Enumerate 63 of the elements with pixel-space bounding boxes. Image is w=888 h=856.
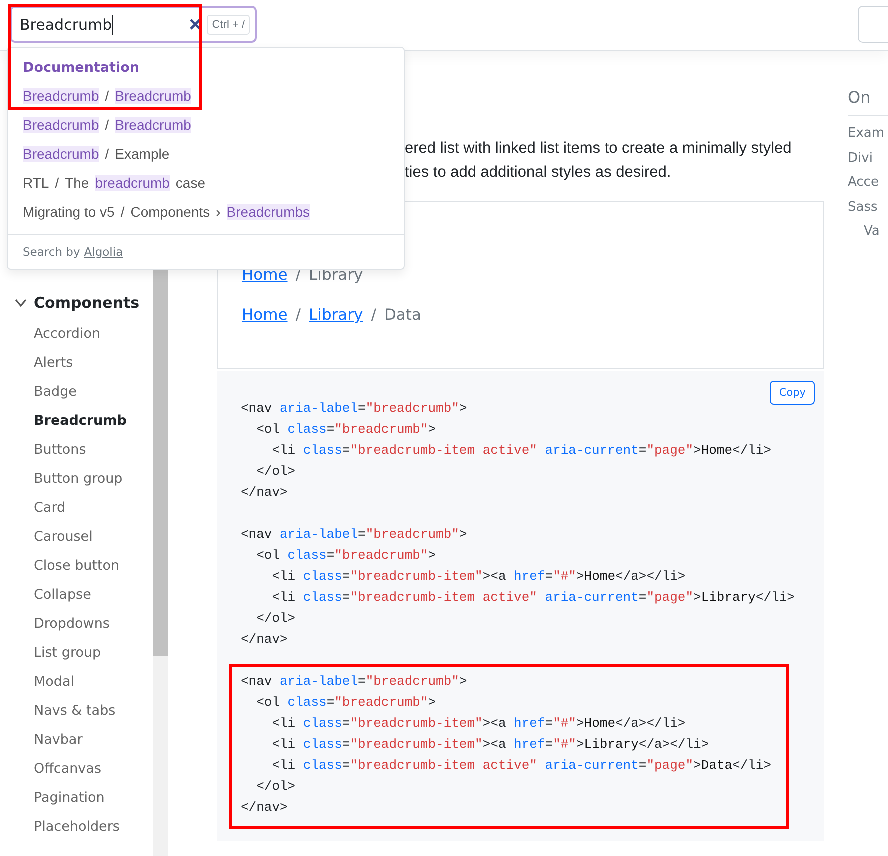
copy-button[interactable]: Copy (770, 381, 815, 405)
intro-text: ered list with linked list items to create a minimally styled ties to add additional styles as desired. (404, 139, 792, 183)
sidebar-item[interactable]: Navbar (14, 726, 154, 755)
sidebar-item[interactable]: List group (14, 639, 154, 668)
code-line: <ol class="breadcrumb"> (256, 694, 438, 712)
search-result[interactable]: Migrating to v5 / Components › Breadcrumbs (23, 203, 310, 221)
search-result[interactable]: RTL / The breadcrumb case (23, 174, 206, 192)
code-line: <nav aria-label="breadcrumb"> (240, 673, 468, 691)
sidebar-item[interactable]: Pagination (14, 784, 154, 813)
breadcrumb-current: Library (309, 265, 364, 286)
sidebar-item[interactable]: Breadcrumb (14, 407, 154, 436)
algolia-link[interactable]: Algolia (84, 245, 124, 259)
sidebar-item[interactable]: Navs & tabs (14, 697, 154, 726)
clear-icon[interactable] (190, 19, 202, 30)
toc-link[interactable]: Exam (848, 122, 888, 146)
breadcrumb-current: Data (384, 305, 422, 326)
sidebar-item[interactable]: Offcanvas (14, 755, 154, 784)
separator: / (296, 305, 301, 326)
toc-link[interactable]: Acce (848, 171, 888, 196)
sidebar-item[interactable]: Placeholders (14, 813, 154, 842)
code-line: </nav> (240, 484, 289, 502)
code-line: <li class="breadcrumb-item"><a href="#">Home</a></li> (271, 568, 687, 586)
sidebar-item[interactable]: Collapse (14, 581, 154, 610)
toc-link[interactable]: Va (848, 220, 888, 244)
search-result[interactable]: Breadcrumb / Breadcrumb (23, 87, 192, 105)
shortcut-hint: Ctrl + / (207, 14, 250, 34)
sidebar-item[interactable]: Badge (14, 378, 154, 407)
sidebar-item[interactable]: Alerts (14, 349, 154, 378)
code-line: <li class="breadcrumb-item"><a href="#">Library</a></li> (271, 736, 710, 754)
code-line: </ol> (256, 463, 297, 481)
sidebar-item[interactable]: Modal (14, 668, 154, 697)
code-line: <li class="breadcrumb-item active" aria-current="page">Data</li> (271, 757, 773, 775)
toc-title: On (848, 88, 888, 116)
code-line: <li class="breadcrumb-item"><a href="#">Home</a></li> (271, 715, 687, 733)
sidebar-item[interactable]: Accordion (14, 320, 154, 349)
search-result[interactable]: Breadcrumb / Breadcrumb (23, 116, 192, 134)
sidebar-item[interactable]: Carousel (14, 523, 154, 552)
code-line: <li class="breadcrumb-item active" aria-current="page">Home</li> (271, 442, 773, 460)
breadcrumb-link[interactable]: Library (309, 303, 364, 327)
code-line: </ol> (256, 610, 297, 628)
toc-link[interactable]: Sass (848, 196, 888, 220)
sidebar-item[interactable]: Close button (14, 552, 154, 581)
code-line: <nav aria-label="breadcrumb"> (240, 400, 468, 418)
code-line: </nav> (240, 799, 289, 817)
sidebar-item[interactable]: Dropdowns (14, 610, 154, 639)
code-line: <li class="breadcrumb-item active" aria-current="page">Library</li> (271, 589, 796, 607)
sidebar-item[interactable]: Card (14, 494, 154, 523)
code-line: <ol class="breadcrumb"> (256, 421, 438, 439)
code-line: </ol> (256, 778, 297, 796)
sidebar-item[interactable]: Buttons (14, 436, 154, 465)
search-field[interactable]: Breadcrumb Ctrl + / (10, 6, 257, 43)
breadcrumb-link[interactable]: Home (242, 303, 288, 327)
separator: / (371, 305, 376, 326)
code-line: <ol class="breadcrumb"> (256, 547, 438, 565)
search-value: Breadcrumb (20, 16, 112, 34)
sidebar-group[interactable]: Components (14, 288, 154, 318)
search-result[interactable]: Breadcrumb / Example (23, 145, 170, 163)
sidebar-item[interactable]: Button group (14, 465, 154, 494)
code-line: <nav aria-label="breadcrumb"> (240, 526, 468, 544)
code-line: </nav> (240, 631, 289, 649)
toc-link[interactable]: Divi (848, 146, 888, 171)
section-heading: Documentation (22, 59, 140, 78)
footer-text: Search by (23, 245, 80, 259)
